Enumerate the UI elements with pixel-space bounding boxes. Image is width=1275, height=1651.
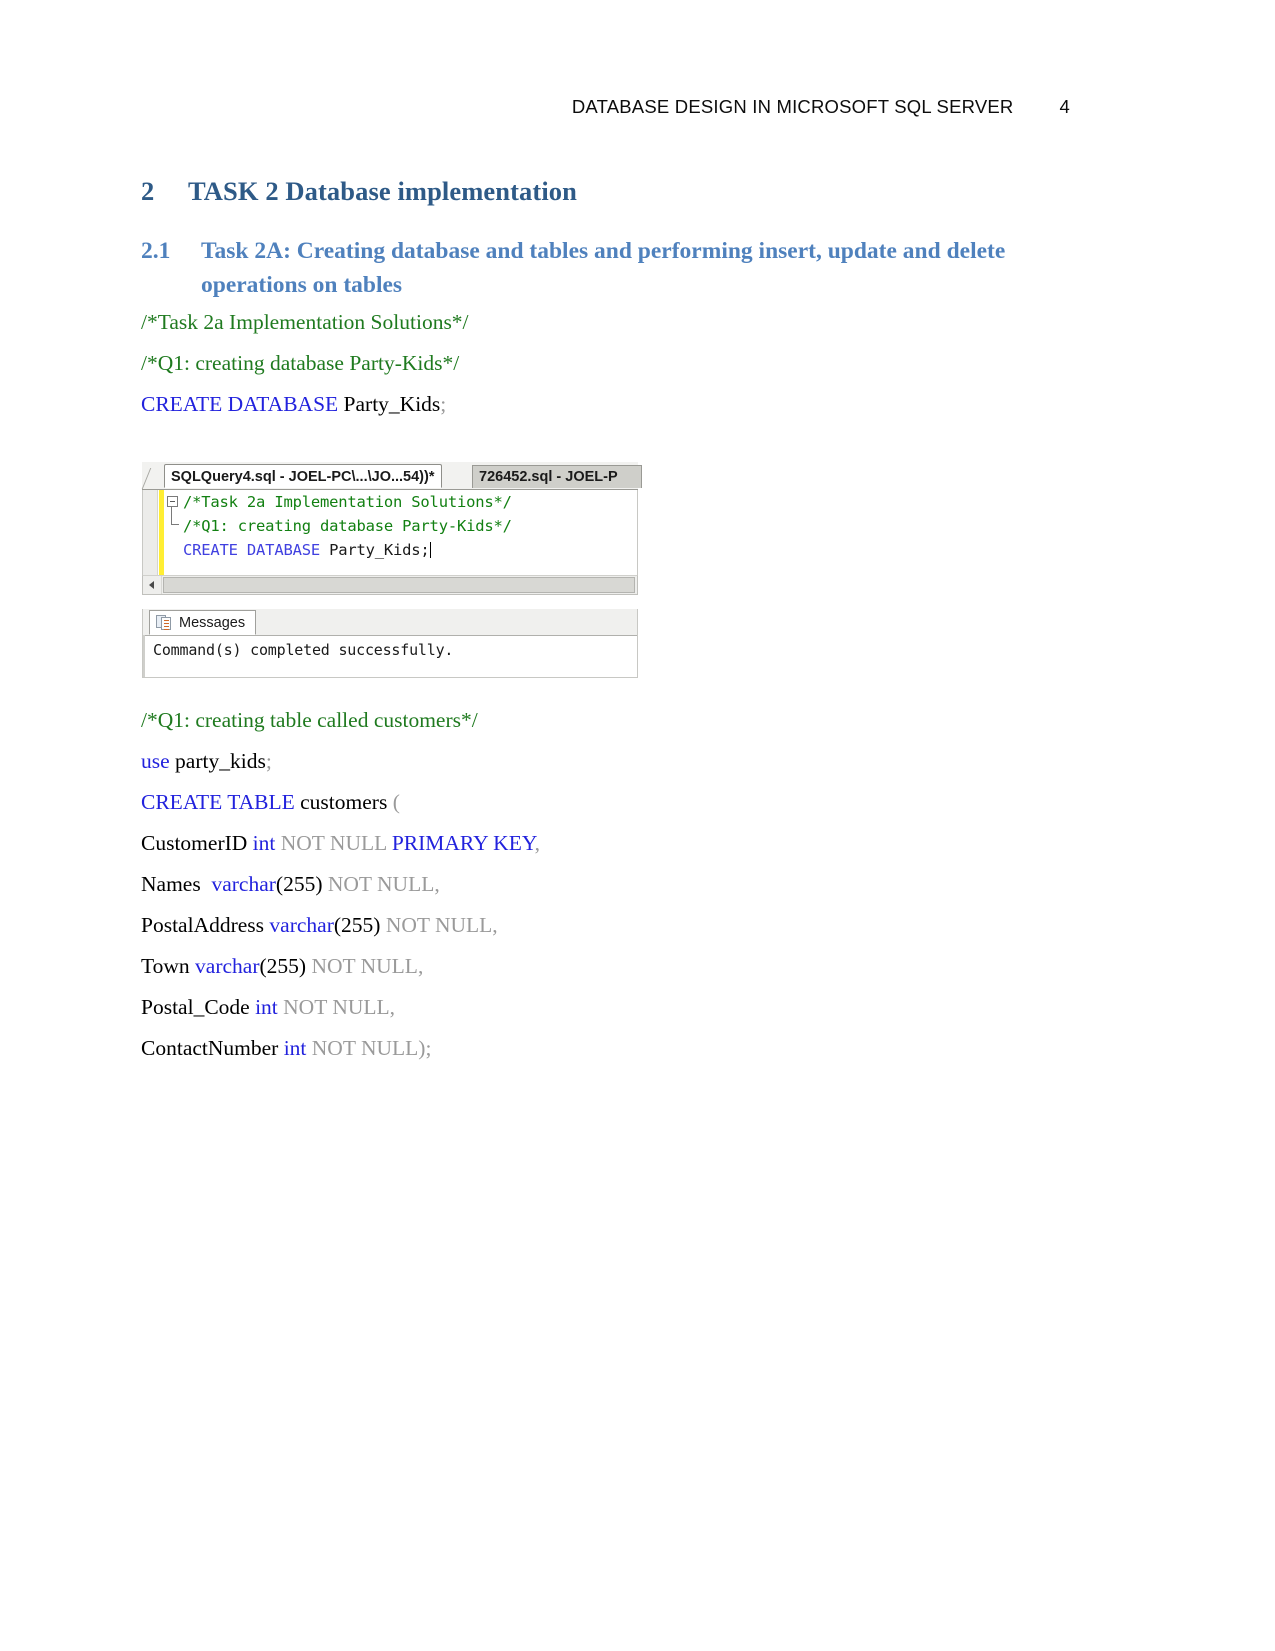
column-name: Postal_Code	[141, 995, 256, 1019]
editor-comment-text: /*Q1: creating database Party-Kids*/	[183, 517, 512, 535]
ssms-tab-726452[interactable]: 726452.sql - JOEL-P	[472, 465, 642, 488]
heading-1-text: TASK 2 Database implementation	[188, 176, 577, 206]
column-constraint: NOT NULL	[275, 831, 392, 855]
sql-column-line: Postal_Code int NOT NULL,	[141, 987, 1141, 1028]
sql-identifier: Party_Kids	[338, 392, 441, 416]
panel-splitter[interactable]	[142, 595, 638, 609]
results-tab-label: Messages	[179, 614, 246, 631]
column-type: varchar	[269, 913, 334, 937]
scroll-left-arrow-icon[interactable]	[143, 576, 162, 594]
ssms-tab-strip: 726452.sql - JOEL-P SQLQuery4.sql - JOEL…	[141, 462, 642, 490]
scrollbar-thumb[interactable]	[163, 577, 635, 593]
heading-2-text: Task 2A: Creating database and tables an…	[201, 238, 1006, 298]
editor-horizontal-scrollbar[interactable]	[142, 575, 638, 595]
heading-2: 2.1 Task 2A: Creating database and table…	[141, 234, 1081, 302]
editor-line-3: CREATE DATABASE Party_Kids;	[183, 541, 431, 560]
sql-comment-text: /*Task 2a Implementation Solutions*/	[141, 310, 469, 334]
heading-1: 2 TASK 2 Database implementation	[141, 176, 577, 207]
results-tab-strip: Messages	[143, 609, 637, 636]
sql-line-comment-q1-db: /*Q1: creating database Party-Kids*/	[141, 343, 1141, 384]
column-constraint: NOT NULL,	[306, 954, 424, 978]
column-type: int	[283, 1036, 307, 1060]
sql-line-create-database: CREATE DATABASE Party_Kids;	[141, 384, 1141, 425]
column-type: int	[255, 995, 278, 1019]
column-constraint: NOT NULL,	[322, 872, 440, 896]
sql-line-create-table: CREATE TABLE customers (	[141, 782, 1141, 823]
editor-keyword-text: CREATE DATABASE	[183, 541, 320, 559]
document-page: DATABASE DESIGN IN MICROSOFT SQL SERVER 4…	[0, 0, 1275, 1651]
code-fold-elbow-icon	[171, 507, 179, 525]
header-page-number: 4	[1059, 96, 1070, 117]
sql-column-line: Town varchar(255) NOT NULL,	[141, 946, 1141, 987]
results-message-text: Command(s) completed successfully.	[153, 641, 454, 659]
sql-column-line: PostalAddress varchar(255) NOT NULL,	[141, 905, 1141, 946]
column-constraint: NOT NULL,	[380, 913, 498, 937]
sql-line-comment-q1-table: /*Q1: creating table called customers*/	[141, 700, 1141, 741]
sql-column-line: Names varchar(255) NOT NULL,	[141, 864, 1141, 905]
editor-identifier-text: Party_Kids;	[319, 541, 430, 559]
heading-2-number: 2.1	[141, 238, 171, 264]
sql-comment-text: /*Q1: creating database Party-Kids*/	[141, 351, 460, 375]
sql-comment-text: /*Q1: creating table called customers*/	[141, 708, 478, 732]
sql-identifier: customers	[294, 790, 393, 814]
ssms-results-panel: Messages Command(s) completed successful…	[142, 609, 638, 678]
sql-punctuation: (	[392, 790, 400, 814]
sql-line-use: use party_kids;	[141, 741, 1141, 782]
sql-block-bottom: /*Q1: creating table called customers*/ …	[141, 700, 1141, 1069]
messages-icon	[156, 615, 172, 630]
sql-punctuation: ;	[440, 392, 447, 416]
column-type-size: (255)	[333, 913, 381, 937]
editor-line-1: /*Task 2a Implementation Solutions*/	[183, 493, 512, 512]
column-name: PostalAddress	[141, 913, 270, 937]
editor-indicator-margin	[143, 490, 158, 575]
column-type: int	[252, 831, 276, 855]
sql-keyword: CREATE DATABASE	[141, 392, 339, 416]
sql-keyword: use	[141, 749, 170, 773]
sql-column-line: CustomerID int NOT NULL PRIMARY KEY,	[141, 823, 1141, 864]
embedded-ssms-screenshot: 726452.sql - JOEL-P SQLQuery4.sql - JOEL…	[141, 462, 642, 680]
editor-line-2: /*Q1: creating database Party-Kids*/	[183, 517, 512, 536]
column-name: Names	[141, 872, 212, 896]
ssms-code-editor[interactable]: /*Task 2a Implementation Solutions*/ /*Q…	[142, 490, 638, 575]
document-running-header: DATABASE DESIGN IN MICROSOFT SQL SERVER 4	[0, 96, 1275, 118]
column-tail: ,	[534, 831, 540, 855]
sql-column-line: ContactNumber int NOT NULL);	[141, 1028, 1141, 1069]
editor-unsaved-change-bar	[159, 490, 164, 575]
ssms-tab-sqlquery4[interactable]: SQLQuery4.sql - JOEL-PC\...\JO...54))*	[164, 464, 442, 488]
column-tail: ;	[425, 1036, 432, 1060]
column-type: varchar	[211, 872, 276, 896]
column-type-size: (255)	[275, 872, 323, 896]
editor-comment-text: /*Task 2a Implementation Solutions*/	[183, 493, 512, 511]
header-title: DATABASE DESIGN IN MICROSOFT SQL SERVER	[571, 96, 1014, 117]
code-fold-collapse-icon[interactable]	[167, 496, 178, 507]
column-name: CustomerID	[141, 831, 253, 855]
column-type: varchar	[195, 954, 260, 978]
text-cursor	[429, 542, 431, 558]
sql-identifier: party_kids	[169, 749, 266, 773]
sql-punctuation: ;	[265, 749, 272, 773]
sql-line-comment-task2a: /*Task 2a Implementation Solutions*/	[141, 302, 1141, 343]
sql-keyword: CREATE TABLE	[141, 790, 295, 814]
heading-1-number: 2	[141, 176, 155, 206]
results-tab-messages[interactable]: Messages	[149, 610, 257, 635]
column-constraint: NOT NULL)	[306, 1036, 426, 1060]
column-name: ContactNumber	[141, 1036, 284, 1060]
sql-block-top: /*Task 2a Implementation Solutions*/ /*Q…	[141, 302, 1141, 425]
column-type-size: (255)	[259, 954, 307, 978]
column-name: Town	[141, 954, 196, 978]
column-constraint: NOT NULL,	[277, 995, 396, 1019]
column-extra-constraint: PRIMARY KEY	[391, 831, 535, 855]
results-left-margin	[143, 635, 145, 677]
